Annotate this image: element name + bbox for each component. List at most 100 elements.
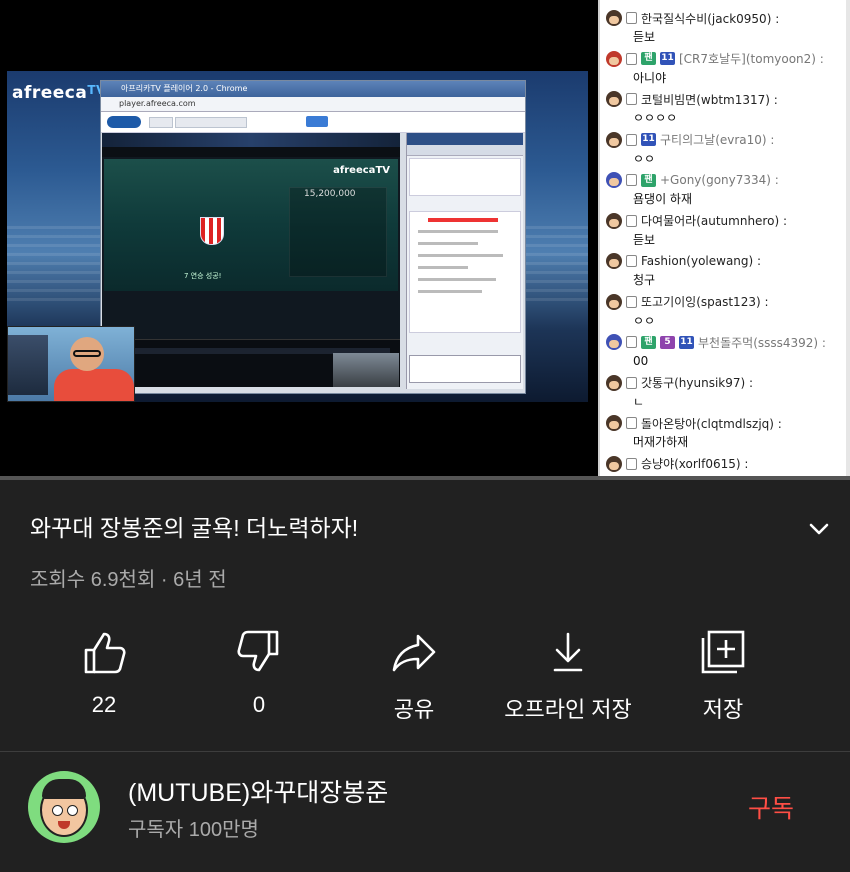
- chat-avatar-icon: [606, 334, 622, 350]
- chat-checkbox-icon: [626, 12, 637, 24]
- download-label: 오프라인 저장: [504, 697, 632, 722]
- thumbs-down-icon: [237, 630, 279, 672]
- dislike-count: 0: [252, 692, 266, 717]
- chat-text: 머재가하재: [633, 435, 689, 449]
- chat-text: 듣보: [633, 232, 656, 247]
- like-button[interactable]: 22: [29, 628, 179, 718]
- chat-message: 돌아온탕아(clqtmdlszjq) : 머재가하재: [606, 413, 846, 451]
- chat-nickname: 갓통구(hyunsik97) :: [641, 376, 754, 390]
- nav-search: [175, 117, 247, 128]
- chat-checkbox-icon: [626, 93, 637, 105]
- share-icon: [392, 634, 436, 672]
- subscriber-count: 구독자 100만명: [128, 819, 259, 841]
- small-webcam: [333, 353, 399, 387]
- chat-checkbox-icon: [626, 417, 637, 429]
- chat-avatar-icon: [606, 131, 622, 148]
- save-button[interactable]: 저장: [648, 628, 798, 724]
- chat-message: 팬 11 [CR7호날두](tomyoon2) : 아니야: [606, 49, 846, 87]
- chat-text: 욤댕이 하재: [633, 192, 693, 206]
- chat-message: 또고기이잉(spast123) : ㅇㅇ: [606, 292, 846, 330]
- chat-text: ㅇㅇ: [633, 151, 656, 166]
- chat-nickname: 부천돌주먹(ssss4392) :: [698, 335, 826, 350]
- chat-text: 듣보: [633, 30, 656, 44]
- chat-badge: 팬: [641, 335, 656, 349]
- video-player[interactable]: afreecaTV 아프리카TV 플레이어 2.0 - Chrome playe…: [0, 0, 850, 478]
- live-chat-panel: 한국질식수비(jack0950) : 듣보팬 11 [CR7호날두](tomyoon2…: [598, 0, 850, 478]
- broadcast-banner: [102, 133, 400, 147]
- chat-badge: 11: [660, 52, 675, 65]
- browser-title: 아프리카TV 플레이어 2.0 - Chrome: [101, 81, 525, 97]
- chat-avatar-icon: [606, 374, 622, 391]
- chat-checkbox-icon: [626, 52, 637, 65]
- video-title: 와꾸대 장봉준의 굴욕! 더노력하자!: [30, 515, 359, 541]
- streamer-webcam: [7, 326, 135, 402]
- chat-badge: 팬: [641, 52, 656, 65]
- chat-text: 아니야: [633, 70, 667, 85]
- chat-text: 00: [633, 354, 649, 368]
- broadcast-strip: [102, 147, 400, 157]
- like-count: 22: [91, 692, 117, 717]
- chat-checkbox-icon: [626, 295, 637, 308]
- promo-text: 7 연승 성공!: [184, 272, 222, 280]
- chevron-down-icon[interactable]: [805, 515, 833, 543]
- chat-nickname: 또고기이잉(spast123) :: [641, 295, 769, 309]
- broadcast-view: afreecaTV 15,200,000 7 연승 성공!: [102, 133, 400, 387]
- browser-url: player.afreeca.com: [101, 97, 525, 112]
- chat-nickname: [CR7호날두](tomyoon2) :: [679, 52, 824, 66]
- chat-badge: 11: [679, 335, 694, 349]
- chat-text: ㅇㅇㅇㅇ: [633, 111, 678, 125]
- chat-text: ㅇㅇ: [633, 313, 656, 328]
- view-count: 조회수 6.9천회: [30, 569, 156, 591]
- chat-avatar-icon: [606, 455, 622, 472]
- chat-nickname: 코털비빔면(wbtm1317) :: [641, 92, 778, 107]
- meta-separator: ·: [160, 569, 168, 591]
- subscribe-button[interactable]: 구독: [748, 789, 794, 825]
- site-logo: [107, 116, 141, 128]
- chat-message: 다여물어라(autumnhero) : 듣보: [606, 211, 846, 249]
- download-icon: [553, 632, 583, 672]
- chat-scrollbar[interactable]: [846, 0, 850, 478]
- chat-checkbox-icon: [626, 336, 637, 348]
- chat-message: 갓통구(hyunsik97) : ㄴ: [606, 373, 846, 411]
- nav-button: [306, 116, 328, 127]
- chat-avatar-icon: [606, 10, 622, 26]
- share-label: 공유: [393, 697, 435, 722]
- chat-avatar-icon: [606, 415, 622, 431]
- chat-checkbox-icon: [626, 133, 637, 146]
- broadcast-chat-pane: [406, 133, 523, 389]
- chat-avatar-icon: [606, 293, 622, 310]
- chat-message: Fashion(yolewang) : 청구: [606, 251, 846, 289]
- upload-age: 6년 전: [173, 569, 227, 591]
- video-progress-bar[interactable]: [0, 476, 850, 480]
- chat-checkbox-icon: [626, 255, 637, 267]
- score-value: 15,200,000: [304, 189, 356, 199]
- share-button[interactable]: 공유: [339, 628, 489, 724]
- chat-nickname: 돌아온탕아(clqtmdlszjq) :: [641, 416, 782, 431]
- site-nav: [101, 112, 525, 133]
- chat-message: 한국질식수비(jack0950) : 듣보: [606, 8, 846, 46]
- save-label: 저장: [702, 697, 744, 722]
- chat-avatar-icon: [606, 172, 622, 188]
- nav-chip: [149, 117, 173, 128]
- channel-name[interactable]: (MUTUBE)와꾸대장봉준: [128, 773, 388, 809]
- chat-nickname: 구티의그날(evra10) :: [660, 133, 775, 147]
- chat-message: 코털비빔면(wbtm1317) : ㅇㅇㅇㅇ: [606, 89, 846, 127]
- chat-avatar-icon: [606, 212, 622, 229]
- thumbs-up-icon: [84, 632, 126, 674]
- chat-message: 팬 +Gony(gony7334) : 욤댕이 하재: [606, 170, 846, 208]
- embedded-browser-window: 아프리카TV 플레이어 2.0 - Chrome player.afreeca.…: [100, 80, 526, 394]
- game-screen: afreecaTV 15,200,000 7 연승 성공!: [104, 159, 398, 291]
- channel-avatar[interactable]: [28, 771, 100, 843]
- dislike-button[interactable]: 0: [184, 628, 334, 718]
- chat-badge: 11: [641, 133, 656, 146]
- chat-nickname: +Gony(gony7334) :: [660, 173, 779, 187]
- chat-message: 승냥야(xorlf0615) :: [606, 454, 846, 479]
- chat-badge: 팬: [641, 173, 656, 187]
- video-meta: 조회수 6.9천회 · 6년 전: [30, 563, 227, 592]
- chat-checkbox-icon: [626, 376, 637, 389]
- chat-checkbox-icon: [626, 174, 637, 186]
- chat-text: ㄴ: [633, 394, 645, 409]
- chat-checkbox-icon: [626, 214, 637, 227]
- download-button[interactable]: 오프라인 저장: [493, 628, 643, 724]
- chat-message: 11 구티의그날(evra10) : ㅇㅇ: [606, 130, 846, 168]
